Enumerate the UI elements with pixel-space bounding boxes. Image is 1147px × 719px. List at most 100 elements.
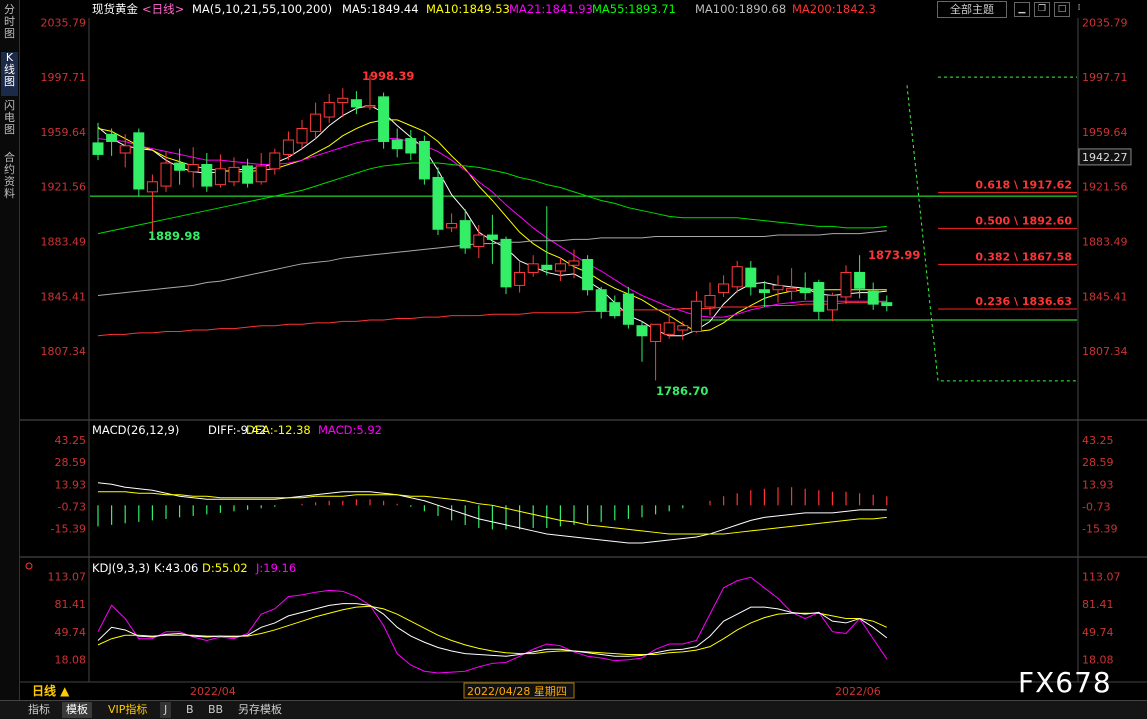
candle-body <box>568 260 580 266</box>
fib-label: 0.382 \ 1867.58 <box>975 250 1072 263</box>
kdj-value-2: J:19.16 <box>255 561 296 575</box>
kdj-tick-left: 113.07 <box>48 570 87 583</box>
tab-template[interactable]: 模板 <box>62 702 92 718</box>
candle-body <box>704 294 716 308</box>
current-price-label: 1942.27 <box>1082 151 1128 164</box>
high-annotation: 1998.39 <box>362 69 414 83</box>
macd-tick-right: 43.25 <box>1082 434 1114 447</box>
kdj-tick-left: 18.08 <box>55 654 87 667</box>
macd-tick-left: 43.25 <box>55 434 87 447</box>
candle-body <box>323 102 335 118</box>
candle-body <box>745 267 757 288</box>
candle-body <box>881 302 893 307</box>
candle-body <box>92 142 104 155</box>
candle-body <box>187 164 199 173</box>
period-label: <日线> <box>142 2 184 16</box>
candle-body <box>582 259 594 291</box>
price-tick-right: 1845.41 <box>1082 290 1128 303</box>
price-tick-left: 2035.79 <box>41 16 87 29</box>
kdj-title: KDJ(9,3,3) <box>92 561 150 575</box>
candle-body <box>378 96 390 142</box>
ma-value-4: MA100:1890.68 <box>695 2 786 16</box>
candle-body <box>731 266 743 288</box>
macd-tick-right: 28.59 <box>1082 456 1114 469</box>
tab-bb[interactable]: BB <box>204 702 227 718</box>
chart-canvas[interactable]: 现货黄金 <日线> MA(5,10,21,55,100,200) MA5:184… <box>0 0 1147 700</box>
candle-body <box>622 293 634 325</box>
macd-tick-left: -15.39 <box>51 523 86 536</box>
candle-body <box>854 271 866 289</box>
candle-body <box>867 290 879 305</box>
candle-body <box>201 164 213 187</box>
macd-tick-left: 28.59 <box>55 456 87 469</box>
candle-body <box>310 113 322 132</box>
fib-range-line <box>906 85 1077 382</box>
candle-body <box>106 133 118 142</box>
candle-body <box>772 284 784 291</box>
tab-b[interactable]: B <box>182 702 198 718</box>
xaxis-label: 2022/06 <box>835 685 881 698</box>
kdj-j-line <box>97 576 888 674</box>
macd-tick-left: -0.73 <box>58 500 86 513</box>
candle-body <box>432 176 444 230</box>
ma-setting-label: MA(5,10,21,55,100,200) <box>192 2 332 16</box>
ma-value-0: MA5:1849.44 <box>342 2 419 16</box>
kdj-tick-left: 49.74 <box>55 626 87 639</box>
candle-body <box>405 138 417 154</box>
candle-body <box>758 289 770 294</box>
candle-body <box>473 234 485 248</box>
tab-indicator[interactable]: 指标 <box>24 702 54 718</box>
candle-body <box>541 264 553 271</box>
kdj-tick-left: 81.41 <box>55 598 87 611</box>
macd-value-2: MACD:5.92 <box>318 423 382 437</box>
candle-body <box>146 181 158 193</box>
price-tick-left: 1845.41 <box>41 290 87 303</box>
candle-body <box>718 283 730 294</box>
kdj-value-0: K:43.06 <box>154 561 198 575</box>
candle-body <box>242 165 254 184</box>
macd-tick-left: 13.93 <box>55 478 87 491</box>
ma-value-3: MA55:1893.71 <box>592 2 676 16</box>
kdj-tick-right: 18.08 <box>1082 654 1114 667</box>
tab-j[interactable]: J <box>160 702 172 718</box>
price-tick-right: 1997.71 <box>1082 71 1128 84</box>
period-selector[interactable]: 日线 ▲ <box>28 683 73 699</box>
xaxis-cursor-label: 2022/04/28 星期四 <box>467 685 567 698</box>
kdj-tick-right: 113.07 <box>1082 570 1121 583</box>
bottom-toolbar: 日线 ▲ 指标 模板 VIP指标 J B BB 另存模板 <box>0 684 1147 719</box>
macd-tick-right: -0.73 <box>1082 500 1110 513</box>
candle-body <box>350 99 362 108</box>
price-tick-left: 1959.64 <box>41 126 87 139</box>
low-annotation: 1889.98 <box>148 229 200 243</box>
kdj-value-1: D:55.02 <box>202 561 248 575</box>
candle-body <box>228 166 240 183</box>
candle-body <box>486 234 498 240</box>
tab-save-template[interactable]: 另存模板 <box>234 702 286 718</box>
xaxis-label: 2022/04 <box>190 685 236 698</box>
candle-body <box>418 140 430 180</box>
kdj-k-line <box>97 603 888 657</box>
candle-body <box>364 104 376 108</box>
candle-body <box>595 289 607 312</box>
price-tick-left: 1807.34 <box>41 345 87 358</box>
price-tick-right: 1959.64 <box>1082 126 1128 139</box>
candle-body <box>133 132 145 190</box>
price-tick-right: 2035.79 <box>1082 16 1128 29</box>
tab-vip-indicator[interactable]: VIP指标 <box>104 702 151 718</box>
candle-body <box>174 162 186 171</box>
macd-title: MACD(26,12,9) <box>92 423 179 437</box>
candle-body <box>514 271 526 286</box>
candle-body <box>282 139 294 155</box>
candle-body <box>160 162 172 187</box>
candle-body <box>214 168 226 186</box>
price-tick-right: 1921.56 <box>1082 181 1128 194</box>
candle-body <box>446 223 458 229</box>
kdj-tick-right: 81.41 <box>1082 598 1114 611</box>
candle-body <box>255 165 267 183</box>
kdj-tick-right: 49.74 <box>1082 626 1114 639</box>
candle-body <box>391 139 403 150</box>
settings-icon[interactable] <box>25 562 33 570</box>
candle-body <box>459 220 471 249</box>
candle-body <box>840 271 852 298</box>
candle-body <box>609 302 621 317</box>
